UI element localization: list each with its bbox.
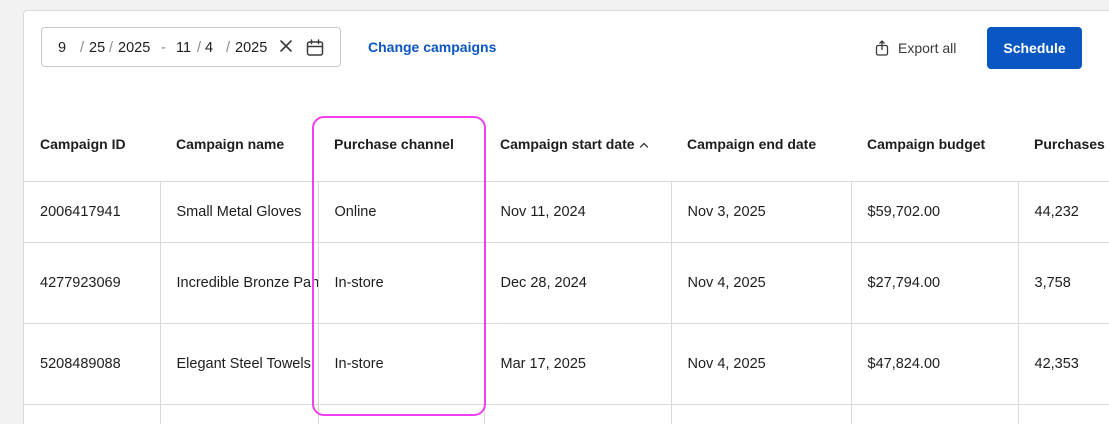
cell-purchase-channel: Online bbox=[318, 181, 485, 243]
column-header-purchase-channel[interactable]: Purchase channel bbox=[318, 107, 484, 182]
cell-start-date: Dec 28, 2024 bbox=[484, 242, 672, 324]
cell-purchases: 3,758 bbox=[1018, 242, 1109, 324]
cell-campaign-name: Small Metal Gloves bbox=[160, 181, 319, 243]
start-year[interactable]: 2025 bbox=[118, 39, 150, 57]
date-separator: / bbox=[80, 40, 85, 56]
cell-purchase-channel: In-store bbox=[318, 323, 485, 405]
date-range-picker[interactable]: 9 / 25 / 2025 - 11 / 4 / 2025 bbox=[41, 27, 341, 67]
cell-end-date: Nov 3, 2025 bbox=[671, 181, 852, 243]
cell-start-date: Mar 17, 2025 bbox=[484, 323, 672, 405]
column-header-campaign-name[interactable]: Campaign name bbox=[160, 107, 318, 182]
column-header-budget[interactable]: Campaign budget bbox=[851, 107, 1018, 182]
date-separator: / bbox=[109, 40, 114, 56]
cell-purchases: 44,232 bbox=[1018, 181, 1109, 243]
cell-end-date: Nov 4, 2025 bbox=[671, 242, 852, 324]
cell-start-date: Nov 11, 2024 bbox=[484, 181, 672, 243]
column-header-campaign-id[interactable]: Campaign ID bbox=[24, 107, 160, 182]
cell-purchase-channel: In-store bbox=[318, 242, 485, 324]
cell-budget: $27,794.00 bbox=[851, 242, 1019, 324]
end-month[interactable]: 11 bbox=[176, 39, 191, 57]
cell-campaign-name: Incredible Bronze Pants bbox=[160, 242, 319, 324]
campaigns-table: Campaign ID Campaign name Purchase chann… bbox=[24, 107, 1109, 424]
date-separator: / bbox=[197, 40, 202, 56]
calendar-icon[interactable] bbox=[306, 39, 324, 57]
export-all-label: Export all bbox=[898, 40, 957, 56]
cell-purchases: 42,353 bbox=[1018, 323, 1109, 405]
table-row[interactable] bbox=[24, 404, 1109, 424]
change-campaigns-button[interactable]: Change campaigns bbox=[368, 39, 496, 55]
end-day[interactable]: 4 bbox=[205, 39, 213, 57]
table-row[interactable]: 5208489088 Elegant Steel Towels In-store… bbox=[24, 323, 1109, 405]
column-header-end-date[interactable]: Campaign end date bbox=[671, 107, 851, 182]
column-header-start-date[interactable]: Campaign start date bbox=[484, 107, 671, 182]
export-icon bbox=[875, 40, 889, 56]
cell-budget: $59,702.00 bbox=[851, 181, 1019, 243]
cell-budget: $47,824.00 bbox=[851, 323, 1019, 405]
cell-campaign-name: Elegant Steel Towels bbox=[160, 323, 319, 405]
schedule-button[interactable]: Schedule bbox=[987, 27, 1082, 69]
start-month[interactable]: 9 bbox=[58, 39, 66, 57]
table-header-row: Campaign ID Campaign name Purchase chann… bbox=[24, 107, 1109, 182]
campaigns-panel: 9 / 25 / 2025 - 11 / 4 / 2025 Change cam… bbox=[23, 10, 1109, 424]
end-year[interactable]: 2025 bbox=[235, 39, 267, 57]
table-row[interactable]: 2006417941 Small Metal Gloves Online Nov… bbox=[24, 181, 1109, 243]
date-separator: / bbox=[226, 40, 231, 56]
cell-end-date: Nov 4, 2025 bbox=[671, 323, 852, 405]
range-separator: - bbox=[161, 40, 166, 56]
table-row[interactable]: 4277923069 Incredible Bronze Pants In-st… bbox=[24, 242, 1109, 324]
cell-campaign-id: 4277923069 bbox=[24, 242, 161, 324]
cell-campaign-id: 2006417941 bbox=[24, 181, 161, 243]
column-header-label: Campaign start date bbox=[500, 135, 635, 152]
sort-ascending-icon[interactable] bbox=[639, 141, 649, 149]
close-icon[interactable] bbox=[279, 39, 293, 53]
column-header-purchases[interactable]: Purchases bbox=[1018, 107, 1109, 182]
cell-campaign-id: 5208489088 bbox=[24, 323, 161, 405]
start-day[interactable]: 25 bbox=[89, 39, 105, 57]
